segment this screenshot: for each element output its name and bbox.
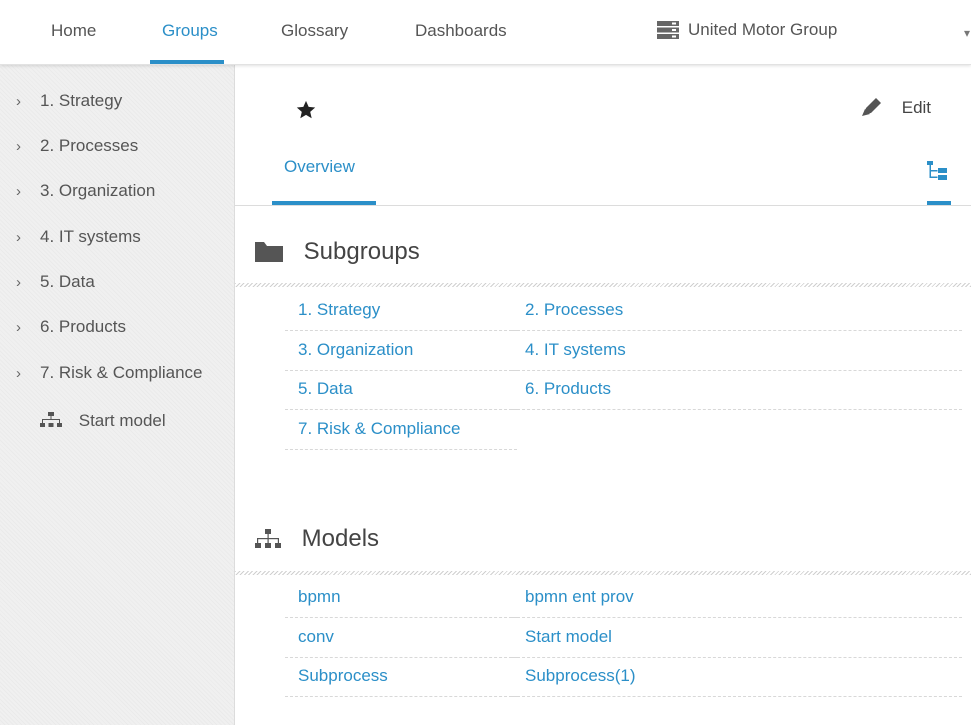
nav-tab-groups[interactable]: Groups — [162, 0, 218, 64]
sidebar-item-products[interactable]: › 6. Products — [16, 315, 126, 339]
sidebar-item-organization[interactable]: › 3. Organization — [16, 179, 155, 203]
subgroup-link-data[interactable]: 5. Data — [285, 370, 517, 410]
subgroup-link-processes[interactable]: 2. Processes — [512, 291, 962, 331]
model-link-bpmn[interactable]: bpmn — [285, 578, 517, 618]
sidebar-item-label: 2. Processes — [40, 136, 139, 155]
sidebar-item-processes[interactable]: › 2. Processes — [16, 134, 138, 158]
sidebar-item-start-model[interactable]: Start model — [40, 409, 166, 433]
model-hierarchy-icon — [255, 525, 302, 552]
subgroups-title: Subgroups — [303, 238, 420, 265]
model-link-bpmn-ent-prov[interactable]: bpmn ent prov — [512, 578, 962, 618]
active-tab-indicator — [150, 60, 224, 64]
nav-tab-dashboards[interactable]: Dashboards — [415, 0, 519, 64]
tab-overview[interactable]: Overview — [284, 157, 355, 177]
top-navigation-bar: Home Groups Glossary Dashboards United M… — [0, 0, 971, 65]
edit-label: Edit — [901, 98, 932, 117]
nav-tab-home[interactable]: Home — [51, 0, 96, 64]
sidebar-item-it-systems[interactable]: › 4. IT systems — [16, 225, 141, 249]
chevron-down-icon[interactable]: ▾ — [964, 26, 970, 40]
chevron-right-icon[interactable]: › — [16, 135, 40, 159]
model-link-start-model[interactable]: Start model — [512, 618, 962, 658]
sidebar-item-risk-compliance[interactable]: › 7. Risk & Compliance — [16, 361, 203, 385]
models-heading: Models — [255, 525, 379, 553]
chevron-right-icon[interactable]: › — [16, 180, 40, 204]
sidebar-item-data[interactable]: › 5. Data — [16, 270, 95, 294]
main-content: Edit Overview Subgroups 1. Strategy 2. P… — [235, 65, 971, 725]
sidebar-item-label: 1. Strategy — [40, 91, 123, 110]
tree-structure-icon[interactable] — [927, 161, 949, 186]
star-icon[interactable] — [295, 99, 317, 126]
sidebar: › 1. Strategy › 2. Processes › 3. Organizat… — [0, 65, 235, 725]
models-title: Models — [301, 525, 380, 552]
pencil-icon — [861, 98, 902, 117]
sidebar-item-label: 4. IT systems — [40, 227, 141, 246]
sidebar-item-label: 7. Risk & Compliance — [40, 363, 203, 382]
subgroup-link-risk-compliance[interactable]: 7. Risk & Compliance — [285, 410, 517, 450]
chevron-right-icon[interactable]: › — [16, 316, 40, 340]
model-link-subprocess[interactable]: Subprocess — [285, 657, 517, 697]
model-link-conv[interactable]: conv — [285, 618, 517, 658]
nav-tab-glossary[interactable]: Glossary — [281, 0, 348, 64]
subgroup-link-it-systems[interactable]: 4. IT systems — [512, 331, 962, 371]
database-name[interactable]: United Motor Group — [688, 0, 837, 60]
folder-icon — [255, 238, 304, 265]
sidebar-item-label: 5. Data — [40, 272, 95, 291]
sidebar-item-label: Start model — [78, 411, 166, 430]
subgroup-link-organization[interactable]: 3. Organization — [285, 331, 517, 371]
subgroup-link-strategy[interactable]: 1. Strategy — [285, 291, 517, 331]
chevron-right-icon[interactable]: › — [16, 271, 40, 295]
sidebar-item-label: 3. Organization — [40, 181, 156, 200]
sidebar-item-label: 6. Products — [40, 317, 126, 336]
sidebar-item-strategy[interactable]: › 1. Strategy — [16, 89, 122, 113]
chevron-right-icon[interactable]: › — [16, 226, 40, 250]
section-divider — [235, 283, 971, 287]
tabs-divider — [235, 205, 971, 206]
chevron-right-icon[interactable]: › — [16, 90, 40, 114]
model-link-subprocess-1[interactable]: Subprocess(1) — [512, 657, 962, 697]
database-icon — [657, 21, 679, 44]
subgroup-link-products[interactable]: 6. Products — [512, 370, 962, 410]
model-hierarchy-icon — [40, 411, 79, 430]
edit-button[interactable]: Edit — [861, 95, 931, 121]
chevron-right-icon[interactable]: › — [16, 362, 40, 386]
subgroups-heading: Subgroups — [255, 238, 420, 266]
section-divider — [235, 571, 971, 575]
